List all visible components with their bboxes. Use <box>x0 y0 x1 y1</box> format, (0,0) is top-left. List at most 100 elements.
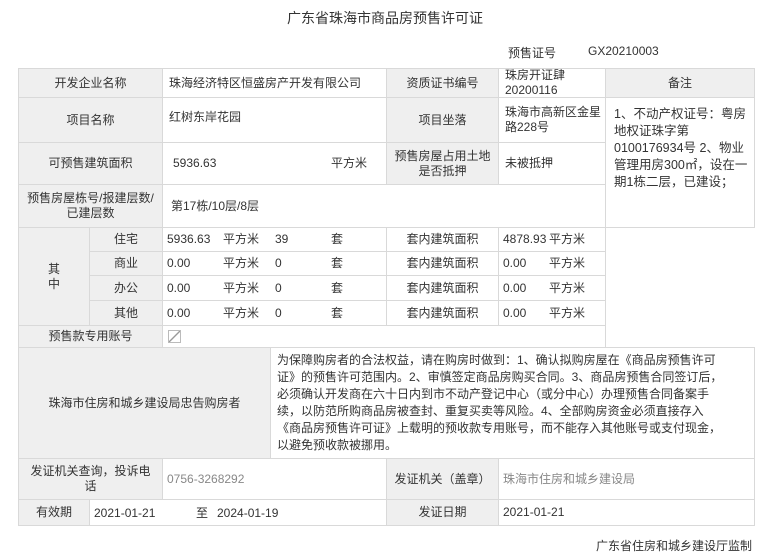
query-label: 发证机关查询，投诉电 话 <box>18 458 163 500</box>
breakdown-unit: 平方米 <box>223 232 260 246</box>
notice-line: 必须确认开发商在六十日内到市不动产登记中心（或分中心）办理预售合同备案手 <box>277 387 710 401</box>
breakdown-count: 0 <box>275 306 282 320</box>
breakdown-inner-label: 套内建筑面积 <box>386 227 499 252</box>
area-cell: 5936.63 平方米 <box>162 142 387 185</box>
breakdown-area-cell: 5936.63 平方米 39 套 <box>162 227 387 252</box>
notice-text: 为保障购房者的合法权益，请在购房时做到：1、确认拟购房屋在《商品房预售许可 证》… <box>270 347 755 459</box>
breakdown-inner-label: 套内建筑面积 <box>386 275 499 301</box>
area-label: 可预售建筑面积 <box>18 142 163 185</box>
breakdown-inner-unit: 平方米 <box>549 306 586 320</box>
notice-line: 为保障购房者的合法权益，请在购房时做到：1、确认拟购房屋在《商品房预售许可 <box>277 353 716 367</box>
breakdown-inner-cell: 4878.93 平方米 <box>498 227 606 252</box>
breakdown-inner-label: 套内建筑面积 <box>386 300 499 326</box>
breakdown-type: 办公 <box>89 275 163 301</box>
breakdown-inner-unit: 平方米 <box>549 232 586 246</box>
notice-line: 《商品房预售许可证》上载明的预收款专用账号，而不能存入其他账号或支付现金， <box>277 421 722 435</box>
breakdown-area-cell: 0.00 平方米 0 套 <box>162 251 387 276</box>
breakdown-type: 商业 <box>89 251 163 276</box>
validity-from: 2021-01-21 <box>94 506 156 520</box>
breakdown-count: 39 <box>275 232 289 246</box>
notice-line: 证》的预售许可范围内。2、审慎签定商品房购买合同。3、商品房预售合同签订后， <box>277 370 723 384</box>
breakdown-inner-cell: 0.00 平方米 <box>498 275 606 301</box>
breakdown-count: 0 <box>275 281 282 295</box>
notice-label: 珠海市住房和城乡建设局忠告购房者 <box>18 347 271 459</box>
edit-icon <box>168 330 181 343</box>
breakdown-inner-unit: 平方米 <box>549 256 586 270</box>
breakdown-area: 0.00 <box>167 281 191 295</box>
qual-line1: 珠房开证肆 <box>505 68 566 82</box>
mortgage-label-line1: 预售房屋占用土地 <box>394 148 491 163</box>
issuer-label: 发证机关（盖章） <box>386 458 499 500</box>
breakdown-area-cell: 0.00 平方米 0 套 <box>162 275 387 301</box>
remark-label: 备注 <box>605 68 755 98</box>
breakdown-group-char2: 中 <box>47 276 60 291</box>
breakdown-area: 5936.63 <box>167 232 211 246</box>
building-label-line1: 预售房屋栋号/报建层数/ <box>27 191 154 205</box>
qual-value: 珠房开证肆 20200116 <box>498 68 606 98</box>
breakdown-inner-cell: 0.00 平方米 <box>498 251 606 276</box>
breakdown-inner-area: 0.00 <box>503 256 527 270</box>
validity-label: 有效期 <box>18 499 90 526</box>
qual-label: 资质证书编号 <box>386 68 499 98</box>
query-label-line2: 话 <box>84 479 97 493</box>
project-label: 项目名称 <box>18 97 163 143</box>
remark-line: 地权证珠字第 <box>614 124 690 138</box>
notice-line: 以避免预收款被挪用。 <box>277 438 398 452</box>
location-line1: 珠海市高新区金星 <box>505 105 602 119</box>
breakdown-area: 0.00 <box>167 306 191 320</box>
issue-date-value: 2021-01-21 <box>498 499 755 526</box>
notice-line: 续，以防范所购商品房被查封、重复买卖等风险。4、全部购房资金必须直接存入 <box>277 404 704 418</box>
issuer-value: 珠海市住房和城乡建设局 <box>498 458 755 500</box>
developer-label: 开发企业名称 <box>18 68 163 98</box>
footer-supervisor: 广东省住房和城乡建设厅监制 <box>595 539 752 553</box>
breakdown-inner-area: 4878.93 <box>503 232 547 246</box>
breakdown-count-unit: 套 <box>331 232 344 246</box>
remark-value: 1、不动产权证号：粤房 地权证珠字第 0100176934号 2、物业 管理用房… <box>605 97 755 228</box>
qual-line2: 20200116 <box>505 83 558 97</box>
breakdown-count-unit: 套 <box>331 306 344 320</box>
validity-to-word: 至 <box>196 506 209 520</box>
mortgage-label: 预售房屋占用土地 是否抵押 <box>386 142 499 185</box>
breakdown-count: 0 <box>275 256 282 270</box>
breakdown-inner-label: 套内建筑面积 <box>386 251 499 276</box>
breakdown-inner-area: 0.00 <box>503 281 527 295</box>
query-label-line1: 发证机关查询，投诉电 <box>30 464 151 478</box>
breakdown-unit: 平方米 <box>223 256 260 270</box>
breakdown-unit: 平方米 <box>223 306 260 320</box>
breakdown-inner-unit: 平方米 <box>549 281 586 295</box>
breakdown-area-cell: 0.00 平方米 0 套 <box>162 300 387 326</box>
area-unit: 平方米 <box>331 156 368 170</box>
breakdown-type: 其他 <box>89 300 163 326</box>
breakdown-group-char1: 其 <box>47 261 60 276</box>
developer-value: 珠海经济特区恒盛房产开发有限公司 <box>162 68 387 98</box>
remark-line: 管理用房300㎡，设在一 <box>614 158 748 172</box>
location-label: 项目坐落 <box>386 97 499 143</box>
validity-range: 2021-01-21 至 2024-01-19 <box>89 499 387 526</box>
mortgage-value: 未被抵押 <box>498 142 606 185</box>
mortgage-label-line2: 是否抵押 <box>418 163 467 178</box>
breakdown-type: 住宅 <box>89 227 163 252</box>
phone-value: 0756-3268292 <box>162 458 387 500</box>
breakdown-unit: 平方米 <box>223 281 260 295</box>
account-value <box>162 325 606 348</box>
remark-line: 期1栋二层，已建设； <box>614 175 734 189</box>
breakdown-count-unit: 套 <box>331 256 344 270</box>
permit-table: 开发企业名称 珠海经济特区恒盛房产开发有限公司 资质证书编号 珠房开证肆 202… <box>0 0 770 560</box>
breakdown-group-label: 其 中 <box>18 227 90 326</box>
location-value: 珠海市高新区金星 路228号 <box>498 97 606 143</box>
breakdown-area: 0.00 <box>167 256 191 270</box>
account-label: 预售款专用账号 <box>18 325 163 348</box>
issue-date-label: 发证日期 <box>386 499 499 526</box>
remark-line: 0100176934号 2、物业 <box>614 141 744 155</box>
building-value: 第17栋/10层/8层 <box>162 184 606 228</box>
breakdown-inner-area: 0.00 <box>503 306 527 320</box>
location-line2: 路228号 <box>505 120 550 134</box>
building-label: 预售房屋栋号/报建层数/ 已建层数 <box>18 184 163 228</box>
building-label-line2: 已建层数 <box>66 206 115 220</box>
remark-line: 1、不动产权证号：粤房 <box>614 107 746 121</box>
project-value: 红树东岸花园 <box>162 97 387 143</box>
validity-to: 2024-01-19 <box>217 506 279 520</box>
breakdown-inner-cell: 0.00 平方米 <box>498 300 606 326</box>
breakdown-count-unit: 套 <box>331 281 344 295</box>
area-value: 5936.63 <box>173 156 217 170</box>
